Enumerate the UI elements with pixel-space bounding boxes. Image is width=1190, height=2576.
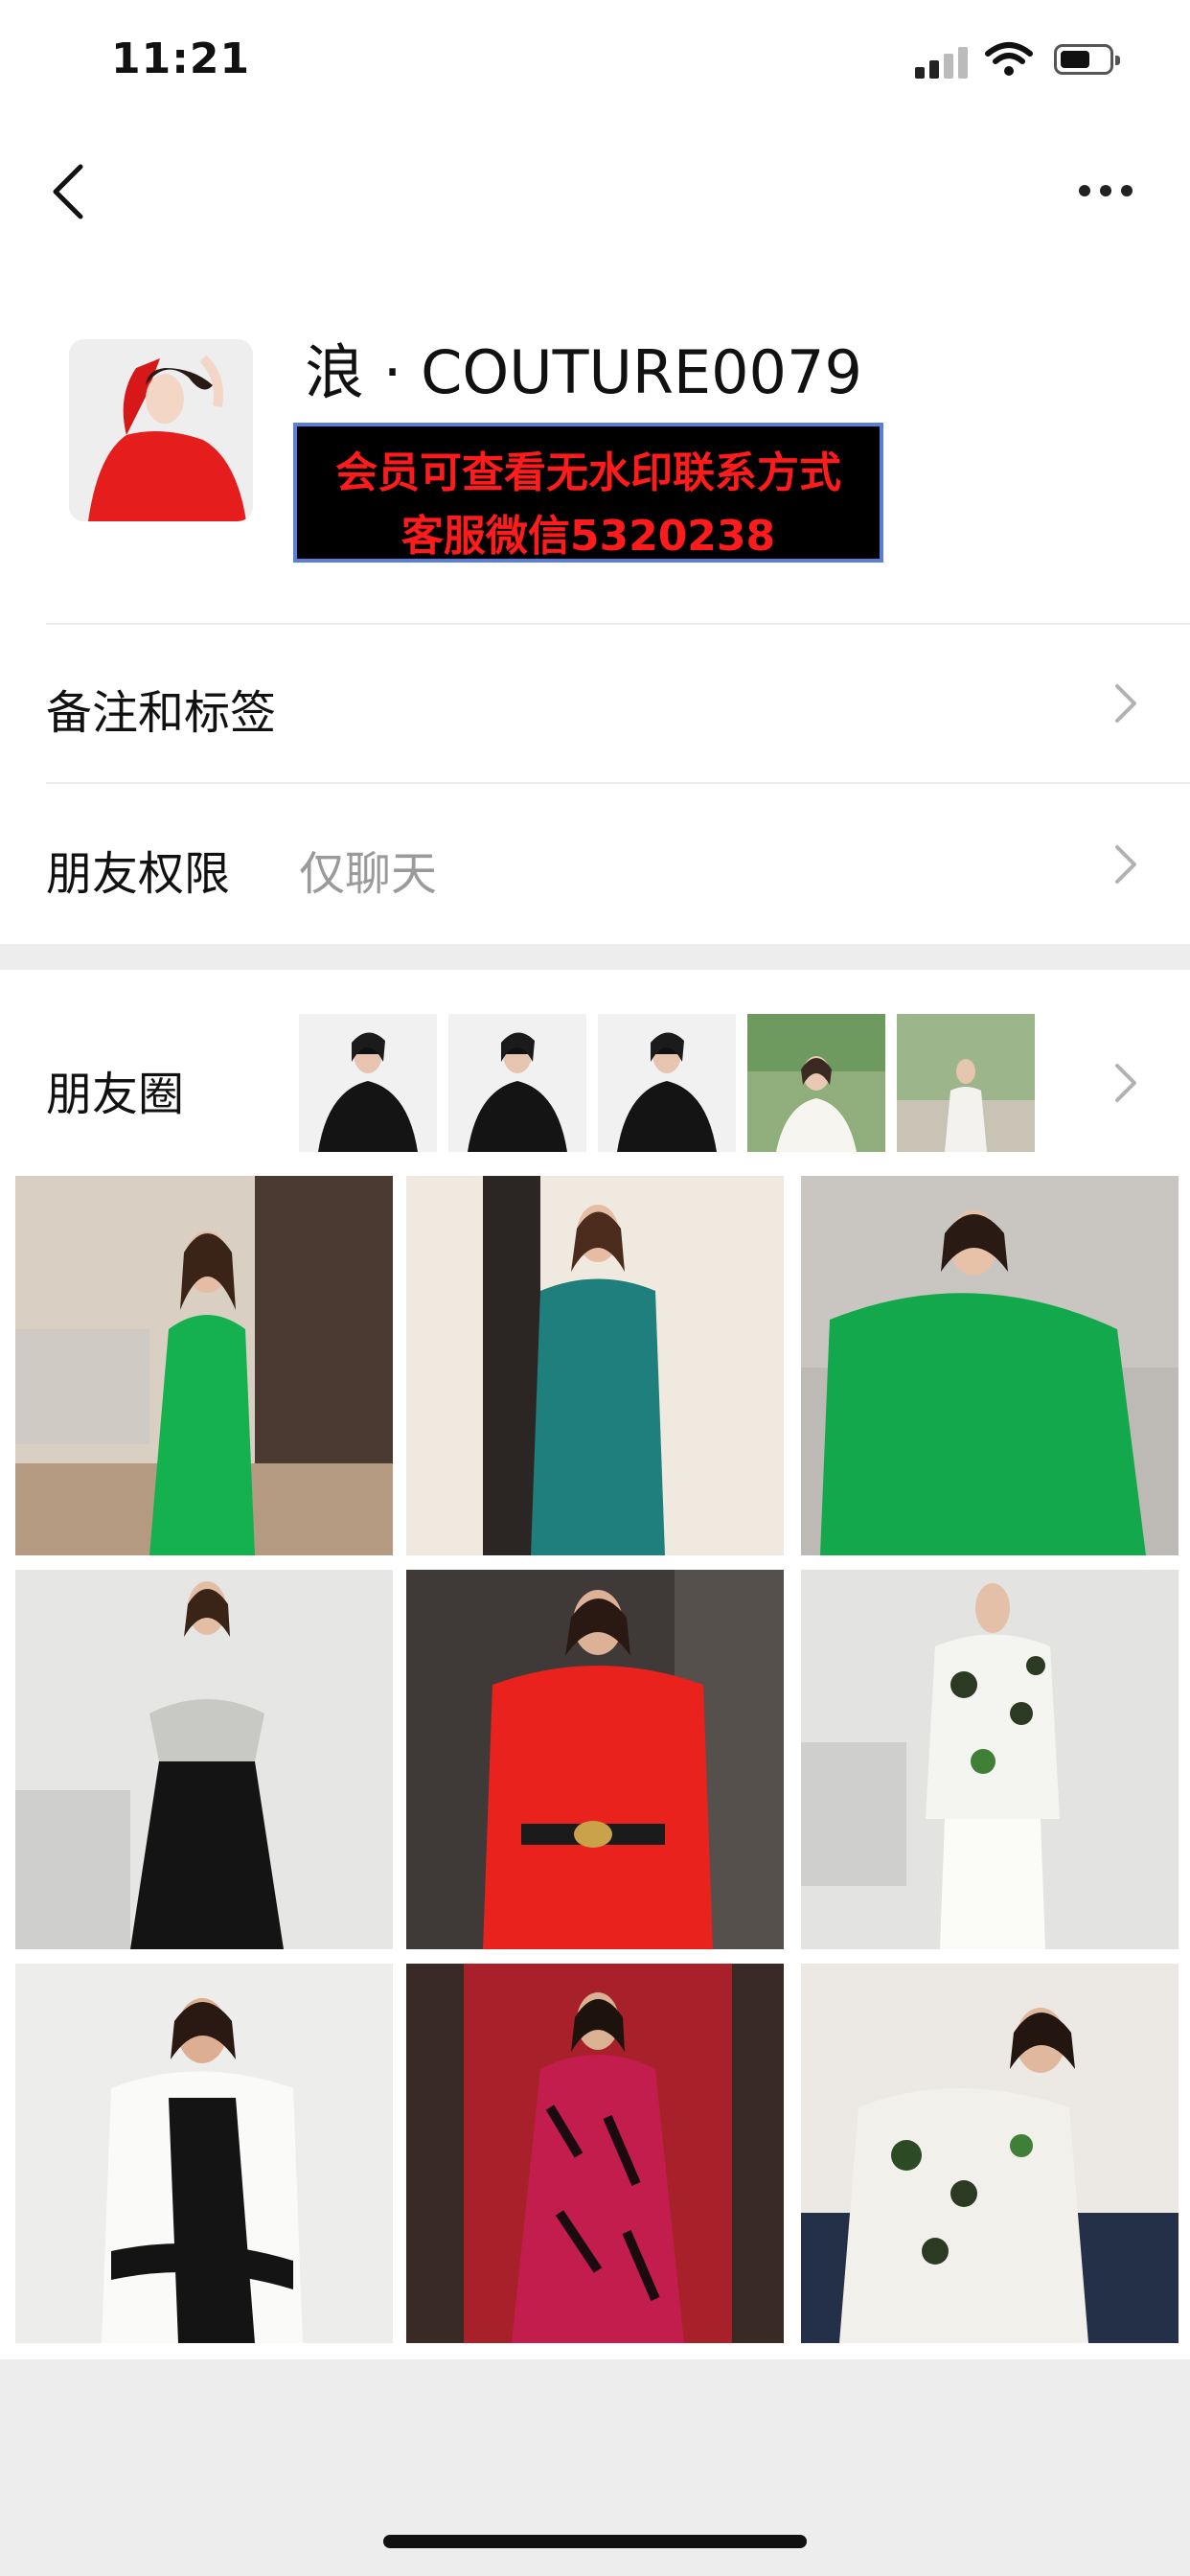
- wifi-icon: [985, 42, 1033, 76]
- profile-name: 浪 · COUTURE0079: [305, 337, 862, 407]
- moments-thumbnail: [897, 1014, 1035, 1152]
- gallery-photo[interactable]: [801, 1964, 1179, 2343]
- remarks-and-tags-row[interactable]: 备注和标签: [0, 625, 1190, 782]
- more-options-icon[interactable]: [1079, 185, 1136, 198]
- row-label: 备注和标签: [46, 686, 277, 740]
- cellular-signal-icon: [915, 46, 969, 79]
- permission-value: 仅聊天: [299, 847, 438, 901]
- moments-label: 朋友圈: [46, 1068, 185, 1121]
- watermark-banner: 会员可查看无水印联系方式 客服微信5320238: [293, 423, 883, 563]
- moments-thumbnail: [747, 1014, 885, 1152]
- avatar[interactable]: [69, 339, 253, 521]
- battery-icon: [1054, 44, 1120, 75]
- row-label: 朋友权限: [46, 847, 231, 901]
- gallery-photo[interactable]: [15, 1964, 393, 2343]
- watermark-line-2: 客服微信5320238: [400, 512, 776, 561]
- moments-thumbnail: [598, 1014, 736, 1152]
- chevron-right-icon: [1115, 845, 1136, 884]
- moments-thumbnail: [299, 1014, 437, 1152]
- gallery-photo[interactable]: [406, 1570, 784, 1949]
- friend-permissions-row[interactable]: 朋友权限 仅聊天: [0, 784, 1190, 943]
- chevron-right-icon: [1115, 684, 1136, 723]
- gallery-photo[interactable]: [801, 1176, 1179, 1555]
- gallery-photo[interactable]: [406, 1964, 784, 2343]
- moments-thumbnail: [448, 1014, 586, 1152]
- gallery-photo[interactable]: [15, 1176, 393, 1555]
- watermark-line-1: 会员可查看无水印联系方式: [335, 448, 841, 497]
- home-indicator: [383, 2535, 807, 2548]
- gallery-photo[interactable]: [801, 1570, 1179, 1949]
- gallery-photo[interactable]: [406, 1176, 784, 1555]
- back-chevron-icon[interactable]: [44, 161, 92, 222]
- status-time: 11:21: [111, 34, 251, 83]
- chevron-right-icon: [1115, 1064, 1136, 1102]
- gallery-photo[interactable]: [15, 1570, 393, 1949]
